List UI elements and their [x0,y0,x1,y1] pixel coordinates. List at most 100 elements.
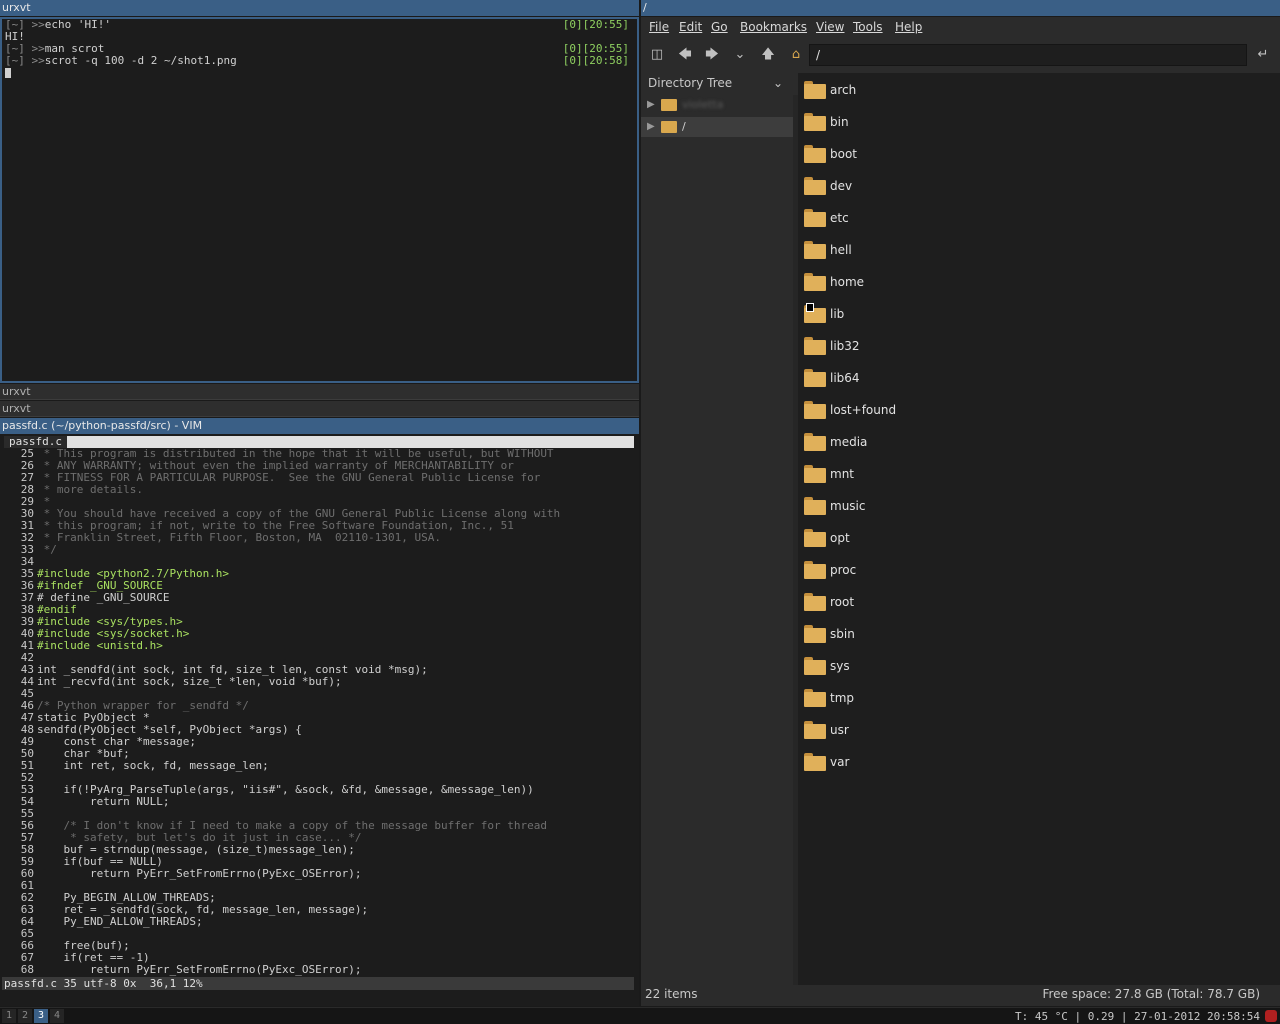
folder-icon-body [804,500,826,515]
workspace-1[interactable]: 1 [2,1009,16,1023]
folder-item[interactable]: lost+found [804,397,1004,425]
folder-item[interactable]: opt [804,525,1004,553]
stacked-window-title-2[interactable]: urxvt [0,401,639,417]
folder-item[interactable]: home [804,269,1004,297]
menu-view[interactable]: View [816,20,844,34]
shell-prompt: [~] >> [5,54,45,67]
folder-icon [804,689,826,707]
folder-item[interactable]: etc [804,205,1004,233]
folder-name: lost+found [830,403,897,417]
folder-item[interactable]: usr [804,717,1004,745]
folder-name: arch [830,83,857,97]
history-dropdown-icon[interactable]: ⌄ [730,46,750,64]
vim-statusline: passfd.c 35 utf-8 0x 36,1 12% [2,977,634,990]
folder-icon-body [804,468,826,483]
folder-item[interactable]: var [804,749,1004,777]
home-icon[interactable]: ⌂ [786,46,806,64]
folder-icon-body [804,596,826,611]
text-cursor [5,68,11,78]
folder-item[interactable]: hell [804,237,1004,265]
forward-arrow-icon[interactable]: 🡆 [702,46,722,64]
menu-go[interactable]: Go [711,20,728,34]
folder-icon [804,753,826,771]
folder-icon [661,121,677,133]
location-bar[interactable]: / [809,44,1247,66]
folder-name: mnt [830,467,854,481]
folder-item[interactable]: lib64 [804,365,1004,393]
folder-icon-body [804,660,826,675]
folder-item[interactable]: lib [804,301,1004,329]
system-status: T: 45 °C | 0.29 | 27-01-2012 20:58:54 [1014,1010,1260,1023]
up-arrow-icon[interactable]: 🡅 [758,46,778,64]
new-tab-icon[interactable]: ◫ [647,46,667,64]
expand-arrow-icon[interactable]: ▶ [647,95,655,115]
go-icon[interactable]: ↵ [1253,46,1273,64]
terminal-titlebar: urxvt [0,0,639,16]
vim-code-area[interactable]: 25 * This program is distributed in the … [4,448,634,976]
folder-icon-body [804,532,826,547]
folder-icon [804,241,826,259]
shell-command: echo 'HI!' [44,18,111,31]
folder-item[interactable]: dev [804,173,1004,201]
folder-icon [804,337,826,355]
folder-name: lib32 [830,339,860,353]
code-line: 54 return NULL; [4,796,634,808]
folder-name: dev [830,179,853,193]
menu-bookmarks[interactable]: Bookmarks [740,20,807,34]
directory-tree[interactable]: ▶ violetta ▶ / ◀ ▶ [641,95,793,985]
folder-item[interactable]: lib32 [804,333,1004,361]
terminal-window[interactable]: [~] >>echo 'HI!' [0][20:55] HI! [~] >>man s… [0,17,639,383]
prompt-timestamp: [0][20:58] [562,54,629,67]
workspace-4[interactable]: 4 [50,1009,64,1023]
workspace-3[interactable]: 3 [34,1009,48,1023]
folder-icon [804,433,826,451]
menu-help[interactable]: Help [895,20,922,34]
folder-item[interactable]: proc [804,557,1004,585]
mouse-pointer-icon [806,303,814,312]
tree-item-home[interactable]: ▶ violetta [641,95,793,115]
menu-edit[interactable]: Edit [679,20,702,34]
chevron-down-icon[interactable]: ⌄ [773,73,783,93]
vim-tabline: passfd.c [4,436,634,448]
folder-view[interactable]: arch bin boot dev etc hell home lib lib32 lib64 lo… [798,73,1280,985]
folder-icon-body [804,436,826,451]
code-line: 44 int _recvfd(int sock, size_t *len, voi… [4,676,634,688]
folder-item[interactable]: bin [804,109,1004,137]
folder-icon-body [804,116,826,131]
folder-item[interactable]: sys [804,653,1004,681]
expand-arrow-icon[interactable]: ▶ [647,117,655,137]
statusbar: 22 items Free space: 27.8 GB (Total: 78.… [641,985,1280,1005]
folder-item[interactable]: music [804,493,1004,521]
folder-item[interactable]: media [804,429,1004,457]
menu-file[interactable]: File [649,20,669,34]
folder-item[interactable]: arch [804,77,1004,105]
folder-name: usr [830,723,849,737]
folder-icon-body [804,244,826,259]
code-line: 32 * Franklin Street, Fifth Floor, Bosto… [4,532,634,544]
toolbar: ◫ 🡄 🡆 ⌄ 🡅 ⌂ / ↵ [641,41,1280,69]
folder-name: boot [830,147,858,161]
sidebar-header[interactable]: Directory Tree ⌄ [641,73,793,93]
tray-icon[interactable] [1265,1010,1277,1022]
folder-icon-body [804,724,826,739]
folder-item[interactable]: root [804,589,1004,617]
folder-item[interactable]: boot [804,141,1004,169]
workspace-2[interactable]: 2 [18,1009,32,1023]
stacked-window-title-1[interactable]: urxvt [0,384,639,400]
folder-icon [804,561,826,579]
item-count: 22 items [645,987,698,1001]
code-line: 68 return PyErr_SetFromErrno(PyExc_OSErr… [4,964,634,976]
menu-tools[interactable]: Tools [853,20,883,34]
vim-window[interactable]: passfd.c 25 * This program is distribute… [0,434,639,1006]
code-line: 37 # define _GNU_SOURCE [4,592,634,604]
folder-name: lib64 [830,371,860,385]
terminal-line: [~] >>scrot -q 100 -d 2 ~/shot1.png [0][2… [2,55,637,67]
vim-titlebar: passfd.c (~/python-passfd/src) - VIM [0,418,639,434]
folder-item[interactable]: tmp [804,685,1004,713]
folder-item[interactable]: sbin [804,621,1004,649]
folder-item[interactable]: mnt [804,461,1004,489]
vim-tab[interactable]: passfd.c [4,436,67,448]
back-arrow-icon[interactable]: 🡄 [675,46,695,64]
folder-icon [804,273,826,291]
tree-item-root[interactable]: ▶ / [641,117,793,137]
